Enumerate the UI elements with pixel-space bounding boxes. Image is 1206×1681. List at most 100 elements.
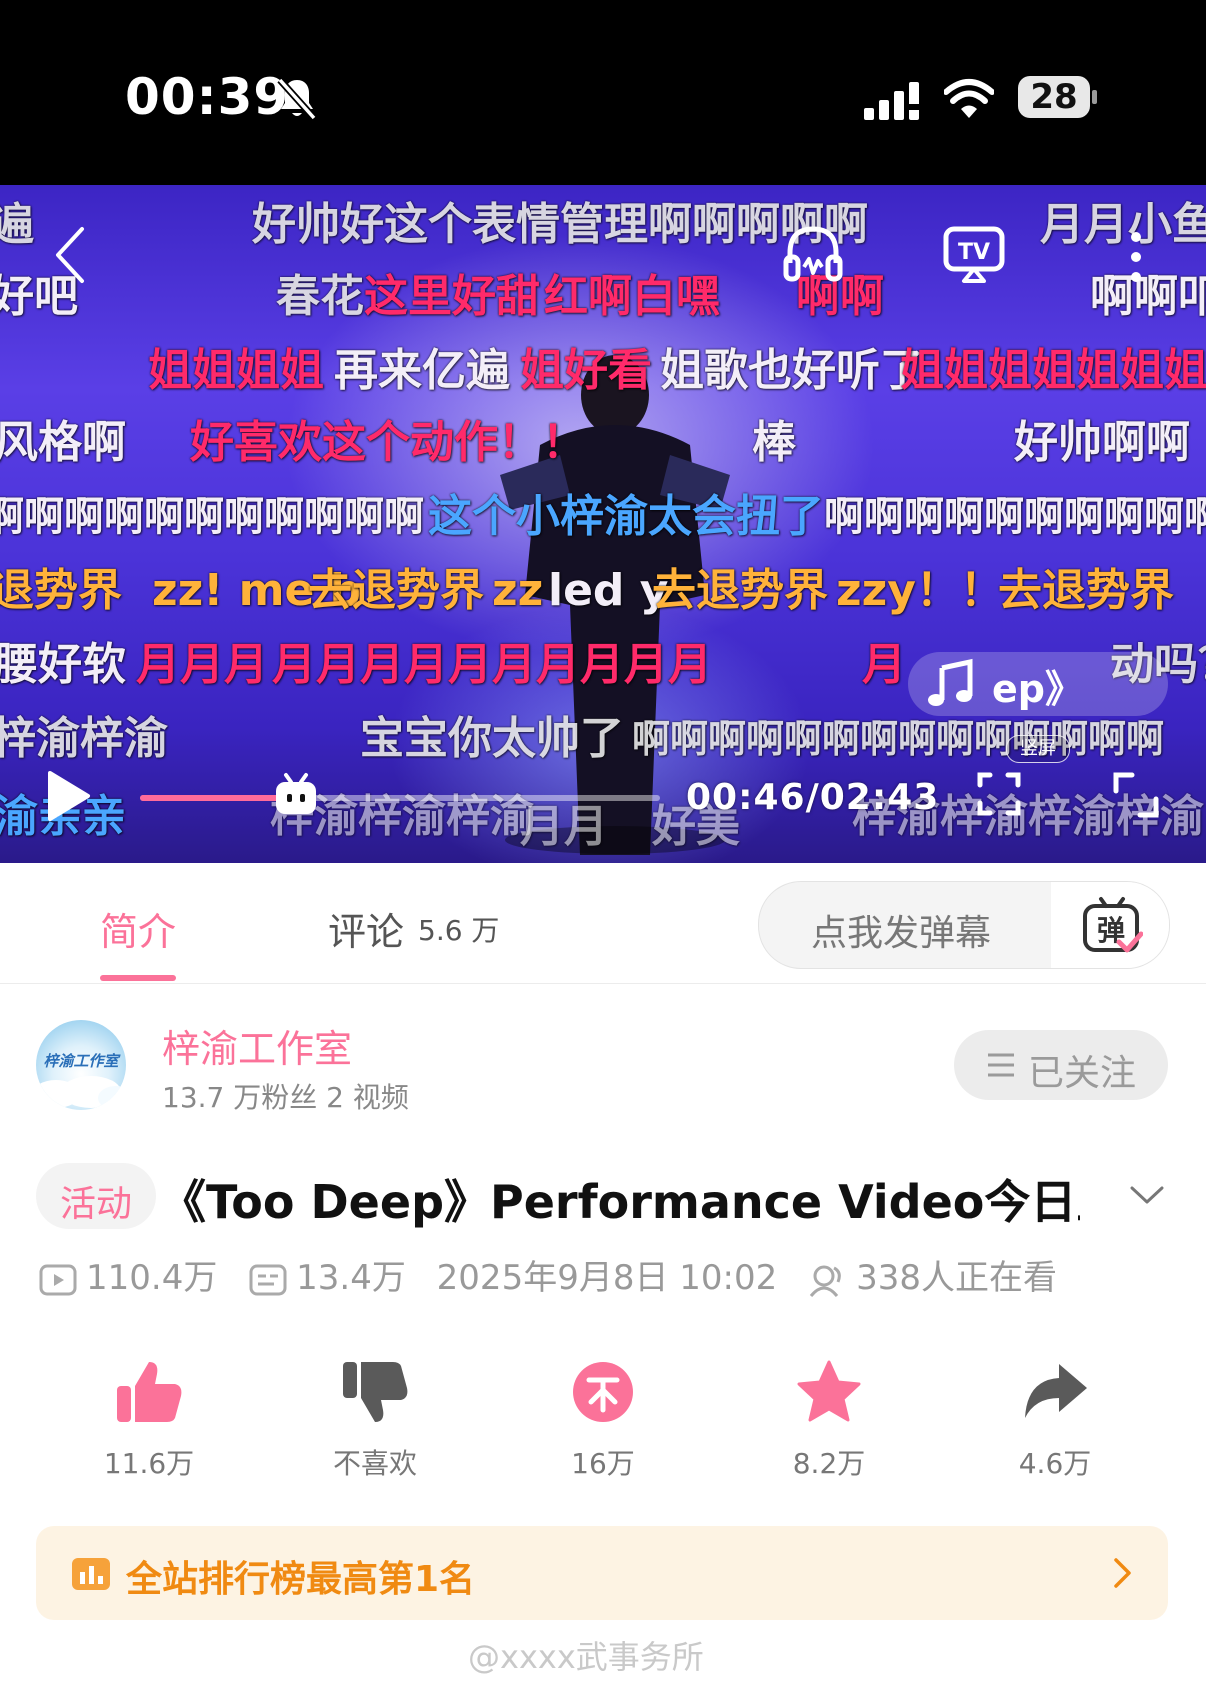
back-button[interactable] [50, 223, 94, 287]
view-count-item: 110.4万 [38, 1250, 217, 1299]
avatar-logo-text: 梓渝工作室 [43, 1052, 119, 1070]
chevron-down-icon[interactable] [1128, 1180, 1166, 1210]
avatar[interactable]: 梓渝工作室 [36, 1020, 126, 1110]
progress-bar[interactable] [140, 795, 660, 801]
danmaku-comment: 姐好看 [520, 345, 652, 396]
favorite-button[interactable]: 8.2万 [744, 1356, 914, 1482]
like-button[interactable]: 11.6万 [64, 1356, 234, 1482]
like-count: 11.6万 [103, 1447, 195, 1480]
menu-icon [988, 1053, 1014, 1077]
danmaku-comment: 春花 [276, 271, 364, 322]
danmaku-comment: 姐歌也好听了 [660, 345, 924, 396]
danmaku-comment: 月月月月月月月月月月 [272, 639, 712, 690]
thumb-down-icon [343, 1362, 408, 1422]
danmaku-comment: 月月 [520, 801, 608, 852]
music-pill[interactable]: ep》 [908, 652, 1168, 716]
danmaku-comment: 好帅啊啊 [1014, 417, 1190, 468]
danmaku-comment: 棒 [752, 417, 796, 468]
danmaku-comment: 红啊白嘿 [544, 271, 720, 322]
danmaku-comment: 梓渝梓渝 [0, 713, 168, 764]
view-count: 110.4万 [86, 1258, 218, 1298]
danmaku-comment: 去退势界 [998, 565, 1174, 616]
progress-thumb-tv-icon[interactable] [272, 771, 320, 819]
watermark: @xxxx武事务所 [468, 1638, 704, 1676]
publish-date: 2025年9月8日 10:02 [436, 1258, 778, 1298]
danmaku-comment: 退势界 [0, 565, 122, 616]
danmaku-comment: 宝宝你太帅了 [360, 713, 624, 764]
danmaku-comment: 好喜欢这个动作！！ [190, 417, 586, 468]
danmaku-comment: 啊啊叩 [1090, 271, 1206, 322]
danmaku-comment: 月月小鱼 [1040, 199, 1206, 250]
danmaku-comment: 这里好甜 [364, 271, 540, 322]
danmaku-comment: 月 [862, 639, 906, 690]
danmaku-count: 13.4万 [296, 1258, 406, 1298]
uploader-stats: 13.7 万粉丝 2 视频 [162, 1081, 409, 1114]
video-title: 《Too Deep》Performance Video今日上… [160, 1175, 1080, 1229]
favorite-count: 8.2万 [792, 1447, 866, 1480]
danmaku-comment: 啊啊啊啊啊啊啊啊啊啊 [824, 494, 1206, 540]
avatar-cloud-art [36, 1076, 126, 1110]
video-player[interactable]: 遍 好帅好 这个表情管理啊啊啊啊啊 月月小鱼 好吧 春花 这里好甜 红啊白嘿 啊… [0, 185, 1206, 863]
tab-intro[interactable]: 简介 [100, 901, 176, 956]
dislike-button[interactable]: 不喜欢 [290, 1356, 460, 1482]
focus-frame-icon[interactable] [976, 771, 1022, 817]
danmaku-input[interactable]: 点我发弹幕 弹 [758, 881, 1170, 969]
activity-tag[interactable]: 活动 [36, 1163, 156, 1229]
danmaku-toggle-icon: 弹 [1083, 897, 1143, 953]
danmaku-comment: zz [492, 565, 544, 616]
vertical-screen-badge[interactable]: 竖屏 [1006, 735, 1070, 763]
uploader-name[interactable]: 梓渝工作室 [162, 1018, 352, 1073]
watching-count: 338人正在看 [856, 1258, 1057, 1298]
music-title: ep》 [992, 667, 1083, 711]
fullscreen-icon[interactable] [1112, 771, 1160, 819]
star-icon [797, 1360, 861, 1422]
battery-level: 28 [1030, 77, 1078, 117]
danmaku-comment: 啊啊啊啊啊啊啊啊啊啊啊 [0, 494, 424, 540]
headphones-icon[interactable] [782, 223, 844, 285]
danmaku-comment: 再来亿遍 [334, 345, 510, 396]
cast-tv-icon[interactable]: TV [942, 225, 1006, 285]
video-meta: 110.4万 13.4万 2025年9月8日 10:02 338人正在看 [38, 1250, 1077, 1298]
share-button[interactable]: 4.6万 [970, 1356, 1140, 1482]
coin-icon [573, 1362, 633, 1422]
status-bar: 00:39 28 [0, 0, 1206, 185]
danmaku-comment: 腰好软 [0, 639, 126, 690]
share-count: 4.6万 [1018, 1447, 1092, 1480]
danmaku-send-button[interactable]: 弹 [1051, 882, 1169, 968]
signal-icon [864, 82, 919, 120]
ranking-chart-icon [72, 1558, 110, 1590]
danmaku-comment: 啊啊啊啊啊啊啊啊啊啊啊啊啊啊 [632, 717, 1165, 761]
viewers-icon [809, 1265, 841, 1297]
bell-slash-icon [277, 77, 317, 121]
wifi-icon [944, 79, 994, 118]
danmaku-comment: 姐姐姐姐 [148, 345, 324, 396]
battery-icon: 28 [1018, 76, 1097, 118]
danmaku-comment: 这个小梓渝太会扭了 [428, 491, 824, 542]
share-icon [1025, 1364, 1087, 1418]
thumb-up-icon [117, 1362, 182, 1422]
ranking-banner[interactable]: 全站排行榜最高第1名 [36, 1526, 1168, 1620]
active-tab-indicator [100, 975, 176, 981]
play-count-icon [39, 1264, 77, 1295]
play-icon[interactable] [44, 767, 92, 825]
danmaku-count-item: 13.4万 [248, 1250, 406, 1299]
chevron-right-icon [1114, 1558, 1131, 1588]
danmaku-comment: 月月月 [136, 639, 268, 690]
status-time: 00:39 [125, 68, 290, 126]
svg-text:TV: TV [958, 240, 990, 265]
watching-item: 338人正在看 [808, 1250, 1057, 1299]
follow-button[interactable]: 已关注 [954, 1030, 1168, 1100]
tab-bar: 简介 评论 5.6 万 点我发弹幕 弹 [0, 863, 1206, 984]
coin-button[interactable]: 16万 [518, 1356, 688, 1482]
battery-tip [1092, 90, 1097, 104]
more-icon[interactable] [1126, 229, 1146, 285]
coin-count: 16万 [571, 1447, 635, 1480]
danmaku-comment: 姐姐姐姐姐姐姐 [900, 345, 1206, 396]
follow-label: 已关注 [1028, 1053, 1137, 1094]
comments-count: 5.6 万 [418, 914, 500, 947]
danmaku-comment: 风格啊 [0, 417, 126, 468]
danmaku-comment: 去退势界 [308, 565, 484, 616]
playback-time: 00:46/02:43 [686, 777, 940, 818]
tab-comments[interactable]: 评论 [328, 901, 404, 956]
danmaku-comment: 去退势界 [652, 565, 828, 616]
